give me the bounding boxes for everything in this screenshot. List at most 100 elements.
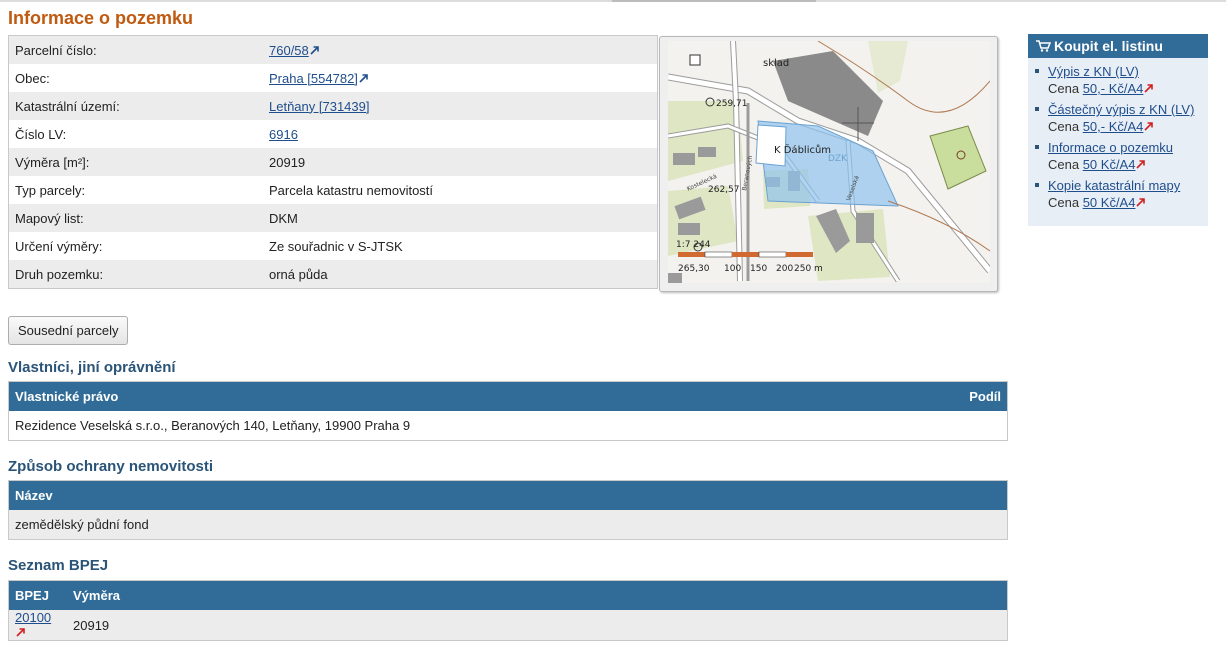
map-label-dzk: DZK xyxy=(828,154,848,164)
buy-document-title: Koupit el. listinu xyxy=(1054,38,1163,54)
price-prefix: Cena xyxy=(1048,195,1083,210)
protection-table: Název zemědělský půdní fond xyxy=(8,480,1008,540)
katastralni-uzemi-link[interactable]: Letňany [731439] xyxy=(269,99,369,114)
owner-name: Rezidence Veselská s.r.o., Beranových 14… xyxy=(15,418,411,433)
price-prefix: Cena xyxy=(1048,81,1083,96)
external-link-icon[interactable] xyxy=(1144,122,1154,131)
parcel-number-link[interactable]: 760/58 xyxy=(269,43,309,58)
urceni-vymery-value: Ze souřadnic v S-JTSK xyxy=(263,232,658,260)
buy-castecny-vypis-link[interactable]: Částečný výpis z KN (LV) xyxy=(1048,102,1194,117)
protection-name: zemědělský půdní fond xyxy=(8,510,1008,540)
price-link[interactable]: 50 Kč/A4 xyxy=(1083,195,1136,210)
table-row: 20100 20919 xyxy=(8,610,1008,641)
obec-value: Praha [554782] xyxy=(263,64,658,92)
bullet-icon xyxy=(1035,107,1039,111)
price-link[interactable]: 50 Kč/A4 xyxy=(1083,157,1136,172)
bullet-icon xyxy=(1035,145,1039,149)
mapovy-list-label: Mapový list: xyxy=(8,204,263,232)
list-item: Kopie katastrální mapy Cena 50 Kč/A4 xyxy=(1028,177,1208,211)
bullet-icon xyxy=(1035,183,1039,187)
cislo-lv-value: 6916 xyxy=(263,120,658,148)
external-link-icon[interactable] xyxy=(1136,160,1146,169)
map-scale-150: 150 xyxy=(750,264,767,274)
external-link-icon[interactable] xyxy=(1144,84,1154,93)
vymera-label: Výměra [m²]: xyxy=(8,148,263,176)
map-label-height3: 265,30 xyxy=(678,264,710,274)
map-scale-ratio: 1:7 244 xyxy=(676,240,711,250)
row-typ-parcely: Typ parcely: Parcela katastru nemovitost… xyxy=(8,176,658,204)
price-link[interactable]: 50,- Kč/A4 xyxy=(1083,81,1144,96)
row-urceni-vymery: Určení výměry: Ze souřadnic v S-JTSK xyxy=(8,232,658,260)
external-link-icon[interactable] xyxy=(359,73,368,83)
owners-section-title: Vlastníci, jiní oprávnění xyxy=(8,359,176,376)
typ-parcely-label: Typ parcely: xyxy=(8,176,263,204)
map-label-height2: 262,57 xyxy=(708,185,740,195)
external-link-icon[interactable] xyxy=(16,628,25,637)
table-row: zemědělský půdní fond xyxy=(8,510,1008,540)
cadastral-map-thumbnail[interactable]: sklad K Ďáblicům DZK 259,71 262,57 Koste… xyxy=(659,36,998,292)
bpej-table: BPEJ Výměra 20100 20919 xyxy=(8,580,1008,641)
urceni-vymery-label: Určení výměry: xyxy=(8,232,263,260)
katastralni-uzemi-label: Katastrální území: xyxy=(8,92,263,120)
bpej-code-link[interactable]: 20100 xyxy=(15,610,51,625)
map-label-height1: 259,71 xyxy=(716,99,748,109)
typ-parcely-value: Parcela katastru nemovitostí xyxy=(263,176,658,204)
bpej-col-area: Výměra xyxy=(67,580,1008,610)
mapovy-list-value: DKM xyxy=(263,204,658,232)
price-link[interactable]: 50,- Kč/A4 xyxy=(1083,119,1144,134)
row-cislo-lv: Číslo LV: 6916 xyxy=(8,120,658,148)
owners-col-ownership: Vlastnické právo xyxy=(8,381,910,411)
shopping-cart-icon xyxy=(1036,40,1052,52)
map-scale-200: 200 xyxy=(776,264,793,274)
row-vymera: Výměra [m²]: 20919 xyxy=(8,148,658,176)
map-label-sklad: sklad xyxy=(763,58,789,69)
buy-document-panel: Koupit el. listinu Výpis z KN (LV) Cena … xyxy=(1028,34,1208,226)
obec-link[interactable]: Praha [554782] xyxy=(269,71,358,86)
map-scale-100: 100 xyxy=(724,264,741,274)
table-row: Rezidence Veselská s.r.o., Beranových 14… xyxy=(9,411,1008,441)
price-prefix: Cena xyxy=(1048,119,1083,134)
parcel-info-table: Parcelní číslo: 760/58 Obec: Praha [5547… xyxy=(8,35,658,289)
row-obec: Obec: Praha [554782] xyxy=(8,64,658,92)
vymera-value: 20919 xyxy=(263,148,658,176)
buy-document-header: Koupit el. listinu xyxy=(1028,34,1208,58)
external-link-icon[interactable] xyxy=(310,45,319,55)
bpej-code-cell: 20100 xyxy=(8,610,67,641)
buy-kopie-mapy-link[interactable]: Kopie katastrální mapy xyxy=(1048,178,1180,193)
row-druh-pozemku: Druh pozemku: orná půda xyxy=(8,260,658,289)
owners-header-row: Vlastnické právo Podíl xyxy=(8,381,1008,411)
owners-col-share: Podíl xyxy=(909,381,1008,411)
row-parcelni-cislo: Parcelní číslo: 760/58 xyxy=(8,35,658,64)
protection-section-title: Způsob ochrany nemovitosti xyxy=(8,458,214,475)
page-title: Informace o pozemku xyxy=(8,8,194,28)
map-image[interactable]: sklad K Ďáblicům DZK 259,71 262,57 Koste… xyxy=(668,41,990,283)
list-item: Částečný výpis z KN (LV) Cena 50,- Kč/A4 xyxy=(1028,101,1208,135)
map-scale-250: 250 m xyxy=(794,264,823,274)
neighbor-parcels-button[interactable]: Sousední parcely xyxy=(8,316,129,345)
bullet-icon xyxy=(1035,69,1039,73)
price-prefix: Cena xyxy=(1048,157,1083,172)
list-item: Výpis z KN (LV) Cena 50,- Kč/A4 xyxy=(1028,63,1208,97)
bpej-col-code: BPEJ xyxy=(8,580,67,610)
protection-header-row: Název xyxy=(8,480,1008,510)
buy-document-list: Výpis z KN (LV) Cena 50,- Kč/A4 Částečný… xyxy=(1028,63,1208,211)
druh-pozemku-label: Druh pozemku: xyxy=(8,260,263,289)
map-label-street: K Ďáblicům xyxy=(774,143,831,156)
buy-informace-link[interactable]: Informace o pozemku xyxy=(1048,140,1173,155)
protection-col-name: Název xyxy=(8,480,1008,510)
row-mapovy-list: Mapový list: DKM xyxy=(8,204,658,232)
top-border xyxy=(0,0,1226,2)
buy-vypis-kn-link[interactable]: Výpis z KN (LV) xyxy=(1048,64,1139,79)
cislo-lv-link[interactable]: 6916 xyxy=(269,127,298,142)
bpej-area: 20919 xyxy=(67,610,1008,641)
row-katastralni-uzemi: Katastrální území: Letňany [731439] xyxy=(8,92,658,120)
bpej-header-row: BPEJ Výměra xyxy=(8,580,1008,610)
cislo-lv-label: Číslo LV: xyxy=(8,120,263,148)
parcel-number-label: Parcelní číslo: xyxy=(8,35,263,64)
external-link-icon[interactable] xyxy=(1136,198,1146,207)
bpej-section-title: Seznam BPEJ xyxy=(8,557,109,574)
parcel-number-value: 760/58 xyxy=(263,35,658,64)
list-item: Informace o pozemku Cena 50 Kč/A4 xyxy=(1028,139,1208,173)
obec-label: Obec: xyxy=(8,64,263,92)
owner-share xyxy=(910,411,1008,441)
